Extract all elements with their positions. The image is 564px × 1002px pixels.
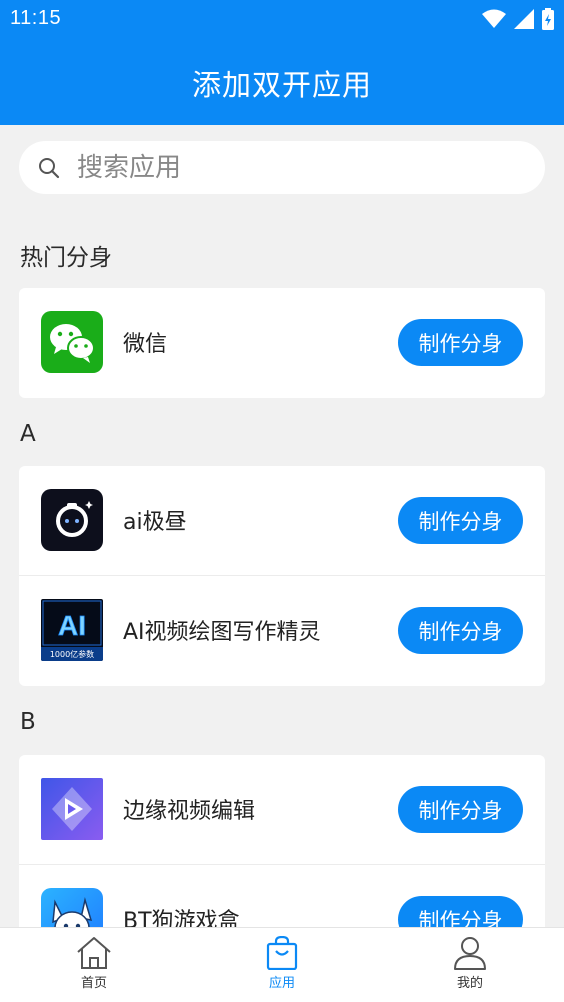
card-hot: 微信 制作分身 <box>19 288 545 398</box>
make-clone-button[interactable]: 制作分身 <box>398 497 523 544</box>
make-clone-button[interactable]: 制作分身 <box>398 607 523 654</box>
user-icon <box>454 937 486 970</box>
search-bar[interactable] <box>19 141 545 194</box>
status-bar: 11:15 <box>0 0 564 40</box>
svg-text:1000亿参数: 1000亿参数 <box>50 649 94 659</box>
list-item[interactable]: 微信 制作分身 <box>19 288 545 398</box>
app-list-content[interactable]: 热门分身 微信 制作分身 A <box>0 125 564 927</box>
make-clone-button[interactable]: 制作分身 <box>398 896 523 927</box>
battery-icon <box>542 8 554 30</box>
bottom-nav: 首页 应用 我的 <box>0 927 564 1002</box>
status-time: 11:15 <box>10 7 62 29</box>
nav-label-apps: 应用 <box>268 976 295 991</box>
nav-label-home: 首页 <box>80 976 107 991</box>
search-icon <box>39 158 60 179</box>
list-item[interactable]: 边缘视频编辑 制作分身 <box>19 755 545 865</box>
search-input[interactable] <box>75 141 525 194</box>
video-edit-icon <box>41 778 103 840</box>
wifi-icon <box>482 9 506 28</box>
list-item[interactable]: AI 1000亿参数 AI视频绘图写作精灵 制作分身 <box>19 576 545 686</box>
card-a: ai极昼 制作分身 AI 1000亿参数 AI视频绘图写作精灵 制作分身 <box>19 466 545 686</box>
shopping-bag-icon <box>266 936 298 970</box>
ai-jizhou-icon <box>41 489 103 551</box>
card-b: 边缘视频编辑 制作分身 BT狗游戏盒 制作分身 <box>19 755 545 927</box>
wechat-icon <box>41 311 103 373</box>
ai-video-icon: AI 1000亿参数 <box>41 599 103 661</box>
section-header-a: A <box>20 421 36 447</box>
make-clone-button[interactable]: 制作分身 <box>398 786 523 833</box>
app-name: AI视频绘图写作精灵 <box>123 620 321 645</box>
bt-dog-icon <box>41 888 103 927</box>
app-name: BT狗游戏盒 <box>123 909 240 927</box>
section-header-hot: 热门分身 <box>20 245 112 271</box>
app-name: 边缘视频编辑 <box>123 799 256 824</box>
app-name: 微信 <box>123 332 168 357</box>
list-item[interactable]: BT狗游戏盒 制作分身 <box>19 865 545 927</box>
list-item[interactable]: ai极昼 制作分身 <box>19 466 545 576</box>
nav-item-me[interactable]: 我的 <box>430 936 510 991</box>
nav-item-apps[interactable]: 应用 <box>242 936 322 991</box>
home-icon <box>77 937 111 969</box>
page-title: 添加双开应用 <box>191 68 372 102</box>
app-name: ai极昼 <box>123 510 187 535</box>
nav-item-home[interactable]: 首页 <box>54 936 134 991</box>
svg-text:AI: AI <box>58 610 86 641</box>
section-header-b: B <box>20 709 36 735</box>
make-clone-button[interactable]: 制作分身 <box>398 319 523 366</box>
signal-icon <box>514 9 534 29</box>
app-bar: 11:15 添加双开应用 <box>0 0 564 125</box>
nav-label-me: 我的 <box>456 976 483 991</box>
status-icons <box>482 8 554 30</box>
